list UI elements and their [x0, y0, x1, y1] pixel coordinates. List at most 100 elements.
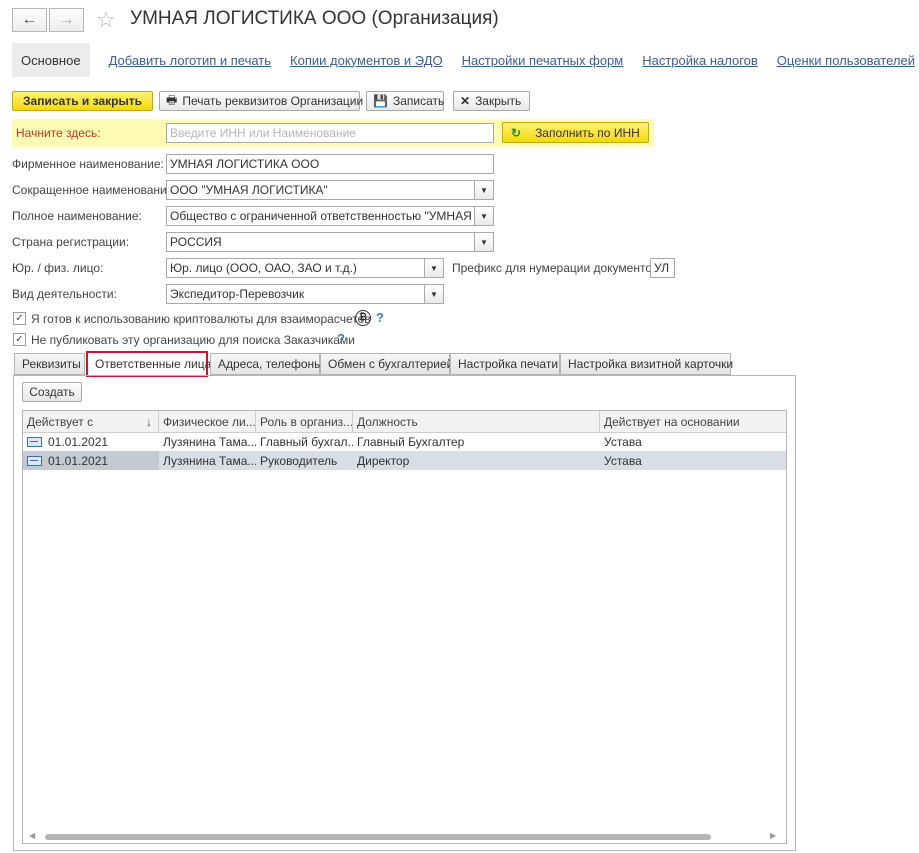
scroll-right-icon[interactable]: ▶: [770, 831, 776, 840]
record-icon: [27, 455, 42, 466]
activity-dropdown-button[interactable]: ▼: [424, 285, 443, 303]
cell-role: Главный бухгал...: [260, 434, 353, 449]
nav-user-ratings[interactable]: Оценки пользователей: [777, 53, 915, 68]
column-person[interactable]: Физическое ли...: [159, 411, 256, 432]
tab-addresses[interactable]: Адреса, телефоны: [210, 353, 323, 375]
cell-person: Лузянина Тама...: [163, 434, 256, 449]
form-sections-nav: Основное Добавить логотип и печать Копии…: [12, 43, 915, 77]
hide-from-search-checkbox[interactable]: ✓: [13, 333, 26, 346]
tab-print-settings[interactable]: Настройка печати: [450, 353, 560, 375]
tab-responsible-persons-label: Ответственные лица: [95, 357, 212, 371]
horizontal-scrollbar[interactable]: ◀ ▶: [22, 830, 787, 844]
short-name-dropdown-button[interactable]: ▼: [474, 181, 493, 199]
firm-name-field[interactable]: УМНАЯ ЛОГИСТИКА ООО: [166, 154, 494, 174]
column-basis[interactable]: Действует на основании: [600, 411, 786, 432]
country-field[interactable]: РОССИЯ ▼: [166, 232, 494, 252]
full-name-label: Полное наименование:: [12, 209, 142, 223]
save-button[interactable]: 💾 Записать: [366, 91, 444, 111]
sort-arrow-icon: ↓: [146, 414, 152, 429]
nav-doc-copies[interactable]: Копии документов и ЭДО: [290, 53, 443, 68]
arrow-right-icon: →: [58, 11, 75, 28]
nav-print-settings[interactable]: Настройки печатных форм: [462, 53, 624, 68]
back-button[interactable]: ←: [12, 8, 47, 32]
tab-business-card-label: Настройка визитной карточки: [568, 357, 734, 371]
tab-business-card[interactable]: Настройка визитной карточки: [560, 353, 734, 375]
cell-role: Руководитель: [260, 453, 338, 468]
table-header: Действует с ↓ Физическое ли... Роль в ор…: [23, 411, 786, 433]
full-name-field[interactable]: Общество с ограниченной ответственностью…: [166, 206, 494, 226]
column-role[interactable]: Роль в организ...: [256, 411, 353, 432]
cell-basis: Устава: [604, 434, 642, 449]
print-details-button[interactable]: 🖶 Печать реквизитов Организации: [159, 91, 364, 111]
close-label: Закрыть: [475, 94, 522, 108]
fill-by-inn-label: Заполнить по ИНН: [535, 125, 640, 140]
tab-details[interactable]: Реквизиты: [14, 353, 85, 375]
scrollbar-thumb[interactable]: [45, 834, 711, 840]
tab-addresses-label: Адреса, телефоны: [218, 357, 323, 371]
cell-valid-from-value: 01.01.2021: [48, 453, 109, 468]
column-valid-from-label: Действует с: [27, 414, 94, 429]
bitcoin-symbol: ₿: [358, 312, 368, 323]
country-label: Страна регистрации:: [12, 235, 130, 249]
save-label: Записать: [392, 94, 445, 108]
full-name-value: Общество с ограниченной ответственностью…: [170, 209, 494, 223]
full-name-dropdown-button[interactable]: ▼: [474, 207, 493, 225]
inn-search-placeholder: Введите ИНН или Наименование: [170, 126, 356, 140]
entity-type-select[interactable]: Юр. лицо (ООО, ОАО, ЗАО и т.д.) ▼: [166, 258, 444, 278]
responsible-persons-table: Действует с ↓ Физическое ли... Роль в ор…: [22, 410, 787, 844]
save-and-close-button[interactable]: Записать и закрыть: [12, 91, 153, 111]
arrow-left-icon: ←: [21, 11, 38, 28]
short-name-value: ООО "УМНАЯ ЛОГИСТИКА": [170, 183, 328, 197]
tab-accounting-exchange[interactable]: Обмен с бухгалтерией: [320, 353, 454, 375]
crypto-checkbox[interactable]: ✓: [13, 312, 26, 325]
prefix-value: УЛ: [654, 261, 670, 275]
prefix-label: Префикс для нумерации документов :: [452, 261, 666, 275]
inn-search-input[interactable]: Введите ИНН или Наименование: [166, 123, 494, 143]
table-row-selected[interactable]: 01.01.2021 Лузянина Тама... Руководитель…: [23, 451, 786, 470]
column-valid-from[interactable]: Действует с ↓: [23, 411, 159, 432]
firm-name-label: Фирменное наименование:: [12, 157, 164, 171]
refresh-icon: ↻: [511, 125, 522, 140]
fill-by-inn-button[interactable]: ↻ Заполнить по ИНН: [502, 122, 649, 143]
favorite-star-icon[interactable]: ☆: [96, 7, 116, 33]
cell-valid-from-value: 01.01.2021: [48, 434, 109, 449]
prefix-field[interactable]: УЛ: [650, 258, 675, 278]
hide-from-search-label: Не публиковать эту организацию для поиск…: [31, 333, 355, 347]
firm-name-value: УМНАЯ ЛОГИСТИКА ООО: [170, 157, 320, 171]
short-name-label: Сокращенное наименование:: [12, 183, 177, 197]
save-and-close-label: Записать и закрыть: [23, 94, 142, 108]
close-icon: ✕: [460, 94, 471, 108]
tab-accounting-exchange-label: Обмен с бухгалтерией: [328, 357, 454, 371]
tab-print-settings-label: Настройка печати: [458, 357, 559, 371]
forward-button[interactable]: →: [49, 8, 84, 32]
nav-main[interactable]: Основное: [12, 43, 90, 77]
chevron-down-icon: ▼: [430, 263, 438, 273]
chevron-down-icon: ▼: [480, 185, 488, 195]
bitcoin-icon: ₿: [355, 310, 371, 326]
hide-help-icon[interactable]: ?: [337, 331, 345, 346]
create-label: Создать: [29, 385, 75, 399]
chevron-down-icon: ▼: [430, 289, 438, 299]
cell-valid-from: 01.01.2021: [23, 451, 159, 470]
close-button[interactable]: ✕ Закрыть: [453, 91, 530, 111]
short-name-field[interactable]: ООО "УМНАЯ ЛОГИСТИКА" ▼: [166, 180, 494, 200]
table-row[interactable]: 01.01.2021 Лузянина Тама... Главный бухг…: [23, 432, 786, 451]
activity-label: Вид деятельности:: [12, 287, 117, 301]
activity-value: Экспедитор-Перевозчик: [170, 287, 305, 301]
country-dropdown-button[interactable]: ▼: [474, 233, 493, 251]
cell-position: Главный Бухгалтер: [357, 434, 465, 449]
create-button[interactable]: Создать: [22, 382, 82, 402]
tab-responsible-persons[interactable]: Ответственные лица: [86, 351, 212, 377]
nav-tax-settings[interactable]: Настройка налогов: [642, 53, 758, 68]
entity-type-dropdown-button[interactable]: ▼: [424, 259, 443, 277]
entity-type-label: Юр. / физ. лицо:: [12, 261, 104, 275]
crypto-help-icon[interactable]: ?: [376, 310, 384, 325]
window-title: УМНАЯ ЛОГИСТИКА ООО (Организация): [130, 8, 499, 29]
nav-add-logo[interactable]: Добавить логотип и печать: [109, 53, 271, 68]
activity-select[interactable]: Экспедитор-Перевозчик ▼: [166, 284, 444, 304]
cell-basis: Устава: [604, 453, 642, 468]
scroll-left-icon[interactable]: ◀: [29, 831, 35, 840]
quickfill-label: Начните здесь:: [16, 126, 101, 140]
print-details-label: Печать реквизитов Организации: [182, 94, 364, 108]
column-position[interactable]: Должность: [353, 411, 600, 432]
